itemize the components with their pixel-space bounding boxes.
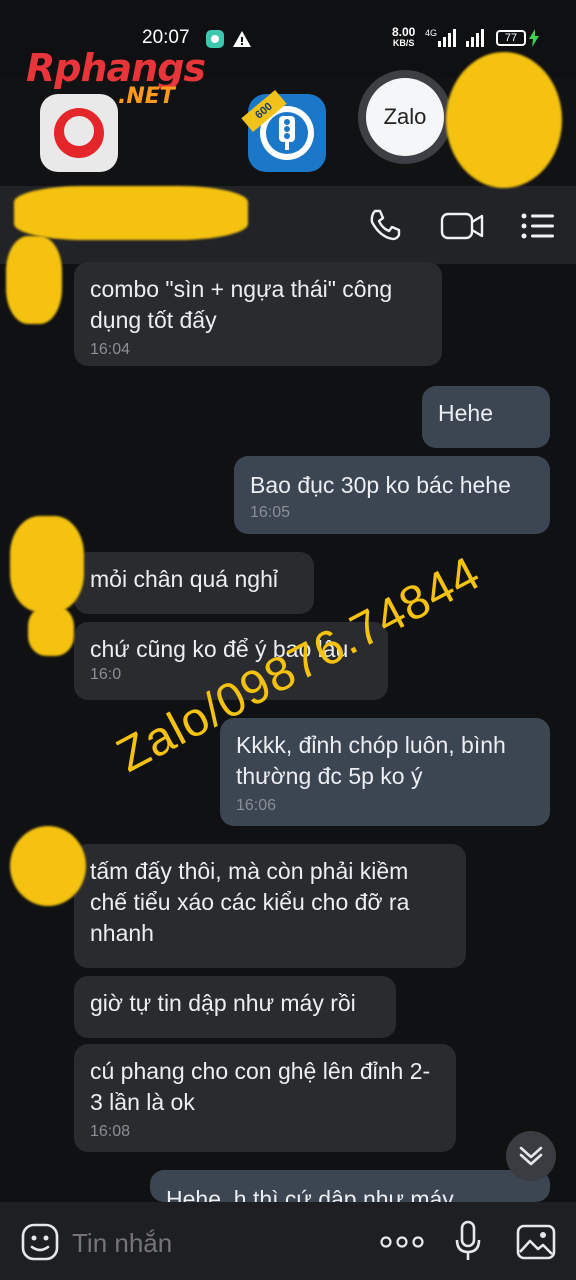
network-speed: 8.00 KB/S <box>392 25 416 48</box>
menu-icon[interactable] <box>520 212 556 240</box>
app-red-icon[interactable] <box>40 94 118 172</box>
traffic-light-icon <box>279 116 295 150</box>
message-text: combo "sìn + ngựa thái" công dụng tốt đấ… <box>90 276 393 333</box>
message-bubble[interactable]: Hehe <box>422 386 550 448</box>
message-time: 16:08 <box>90 1123 131 1140</box>
zalo-label: Zalo <box>383 104 427 129</box>
message-text: Kkkk, đỉnh chóp luôn, bình thường đc 5p … <box>236 732 506 789</box>
traffic-app-icon[interactable]: 600 <box>241 89 326 172</box>
more-options-icon[interactable] <box>380 1236 424 1248</box>
microphone-icon[interactable] <box>454 1220 482 1262</box>
message-text: Bao đục 30p ko bác hehe <box>250 472 511 498</box>
message-bubble[interactable]: giờ tự tin dập như máy rồi <box>74 976 396 1038</box>
message-text: Hehe <box>438 400 493 426</box>
message-text: mỏi chân quá nghỉ <box>90 566 278 592</box>
message-bubble[interactable]: cú phang cho con ghệ lên đỉnh 2-3 lần là… <box>74 1044 456 1152</box>
emoji-icon[interactable] <box>20 1222 60 1262</box>
redaction-blob <box>10 826 86 906</box>
signal-icon <box>438 29 456 47</box>
redaction-blob <box>28 606 74 656</box>
redaction-blob <box>10 516 84 612</box>
zalo-app-icon[interactable]: Zalo <box>358 70 452 164</box>
redaction-blob <box>14 186 248 240</box>
message-text: Hehe, h thì cứ dập như máy <box>166 1186 454 1202</box>
message-bubble[interactable]: Kkkk, đỉnh chóp luôn, bình thường đc 5p … <box>220 718 550 826</box>
phone-icon[interactable] <box>368 208 402 242</box>
message-composer <box>0 1202 576 1280</box>
app-notification-icon <box>206 30 224 48</box>
message-text: cú phang cho con ghệ lên đỉnh 2-3 lần là… <box>90 1058 431 1115</box>
message-bubble[interactable]: combo "sìn + ngựa thái" công dụng tốt đấ… <box>74 262 442 366</box>
redaction-blob <box>6 236 62 324</box>
message-time: 16:05 <box>250 504 291 521</box>
charging-icon <box>529 29 539 47</box>
message-bubble[interactable]: Hehe, h thì cứ dập như máy <box>150 1170 550 1202</box>
chevron-down-icon <box>519 1146 543 1166</box>
message-bubble[interactable]: tấm đấy thôi, mà còn phải kiềm chế tiểu … <box>74 844 466 968</box>
image-icon[interactable] <box>516 1224 556 1260</box>
scroll-to-bottom-button[interactable] <box>506 1131 556 1181</box>
site-watermark-logo: Rphangs <box>26 46 206 90</box>
signal-icon-2 <box>466 29 484 47</box>
message-time: 16:04 <box>90 341 131 358</box>
site-watermark-suffix: .NET <box>118 84 175 109</box>
message-input[interactable] <box>70 1222 354 1264</box>
message-time: 16:06 <box>236 797 277 814</box>
message-bubble[interactable]: mỏi chân quá nghỉ <box>74 552 314 614</box>
message-text: tấm đấy thôi, mà còn phải kiềm chế tiểu … <box>90 858 410 946</box>
warning-icon <box>233 31 251 47</box>
video-call-icon[interactable] <box>440 210 484 242</box>
message-bubble[interactable]: Bao đục 30p ko bác hehe 16:05 <box>234 456 550 534</box>
battery-level: 77 <box>504 32 518 44</box>
message-text: giờ tự tin dập như máy rồi <box>90 990 356 1016</box>
battery-icon: 77 <box>496 30 526 46</box>
network-type: 4G <box>425 28 438 38</box>
redaction-blob <box>446 52 562 188</box>
